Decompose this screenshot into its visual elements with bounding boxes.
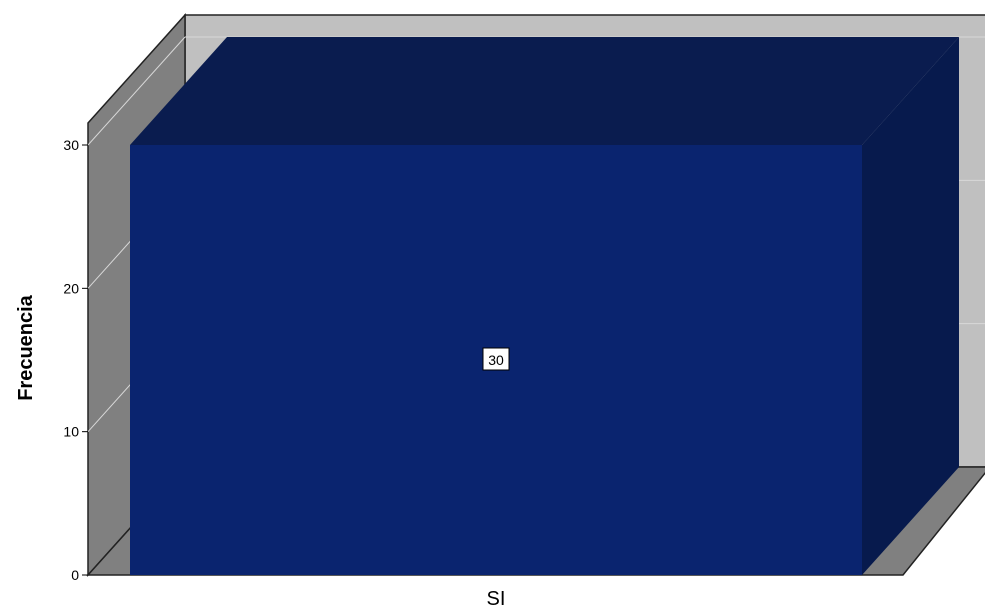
data-label: 30	[488, 352, 504, 368]
data-labels: 30	[482, 347, 510, 371]
y-axis-ticks: 0 10 20 30	[63, 137, 88, 583]
y-tick-label: 20	[63, 280, 79, 296]
bars	[130, 37, 959, 575]
y-tick-label: 10	[63, 424, 79, 440]
y-axis-title: Frecuencia	[15, 294, 37, 400]
bar-chart: 0 10 20 30 30 SI Frecuencia	[15, 13, 985, 607]
x-axis-categories: SI	[487, 588, 506, 607]
x-category-label: SI	[487, 588, 506, 607]
bar-top	[130, 37, 959, 145]
y-tick-label: 30	[63, 137, 79, 153]
y-tick-label: 0	[71, 567, 79, 583]
